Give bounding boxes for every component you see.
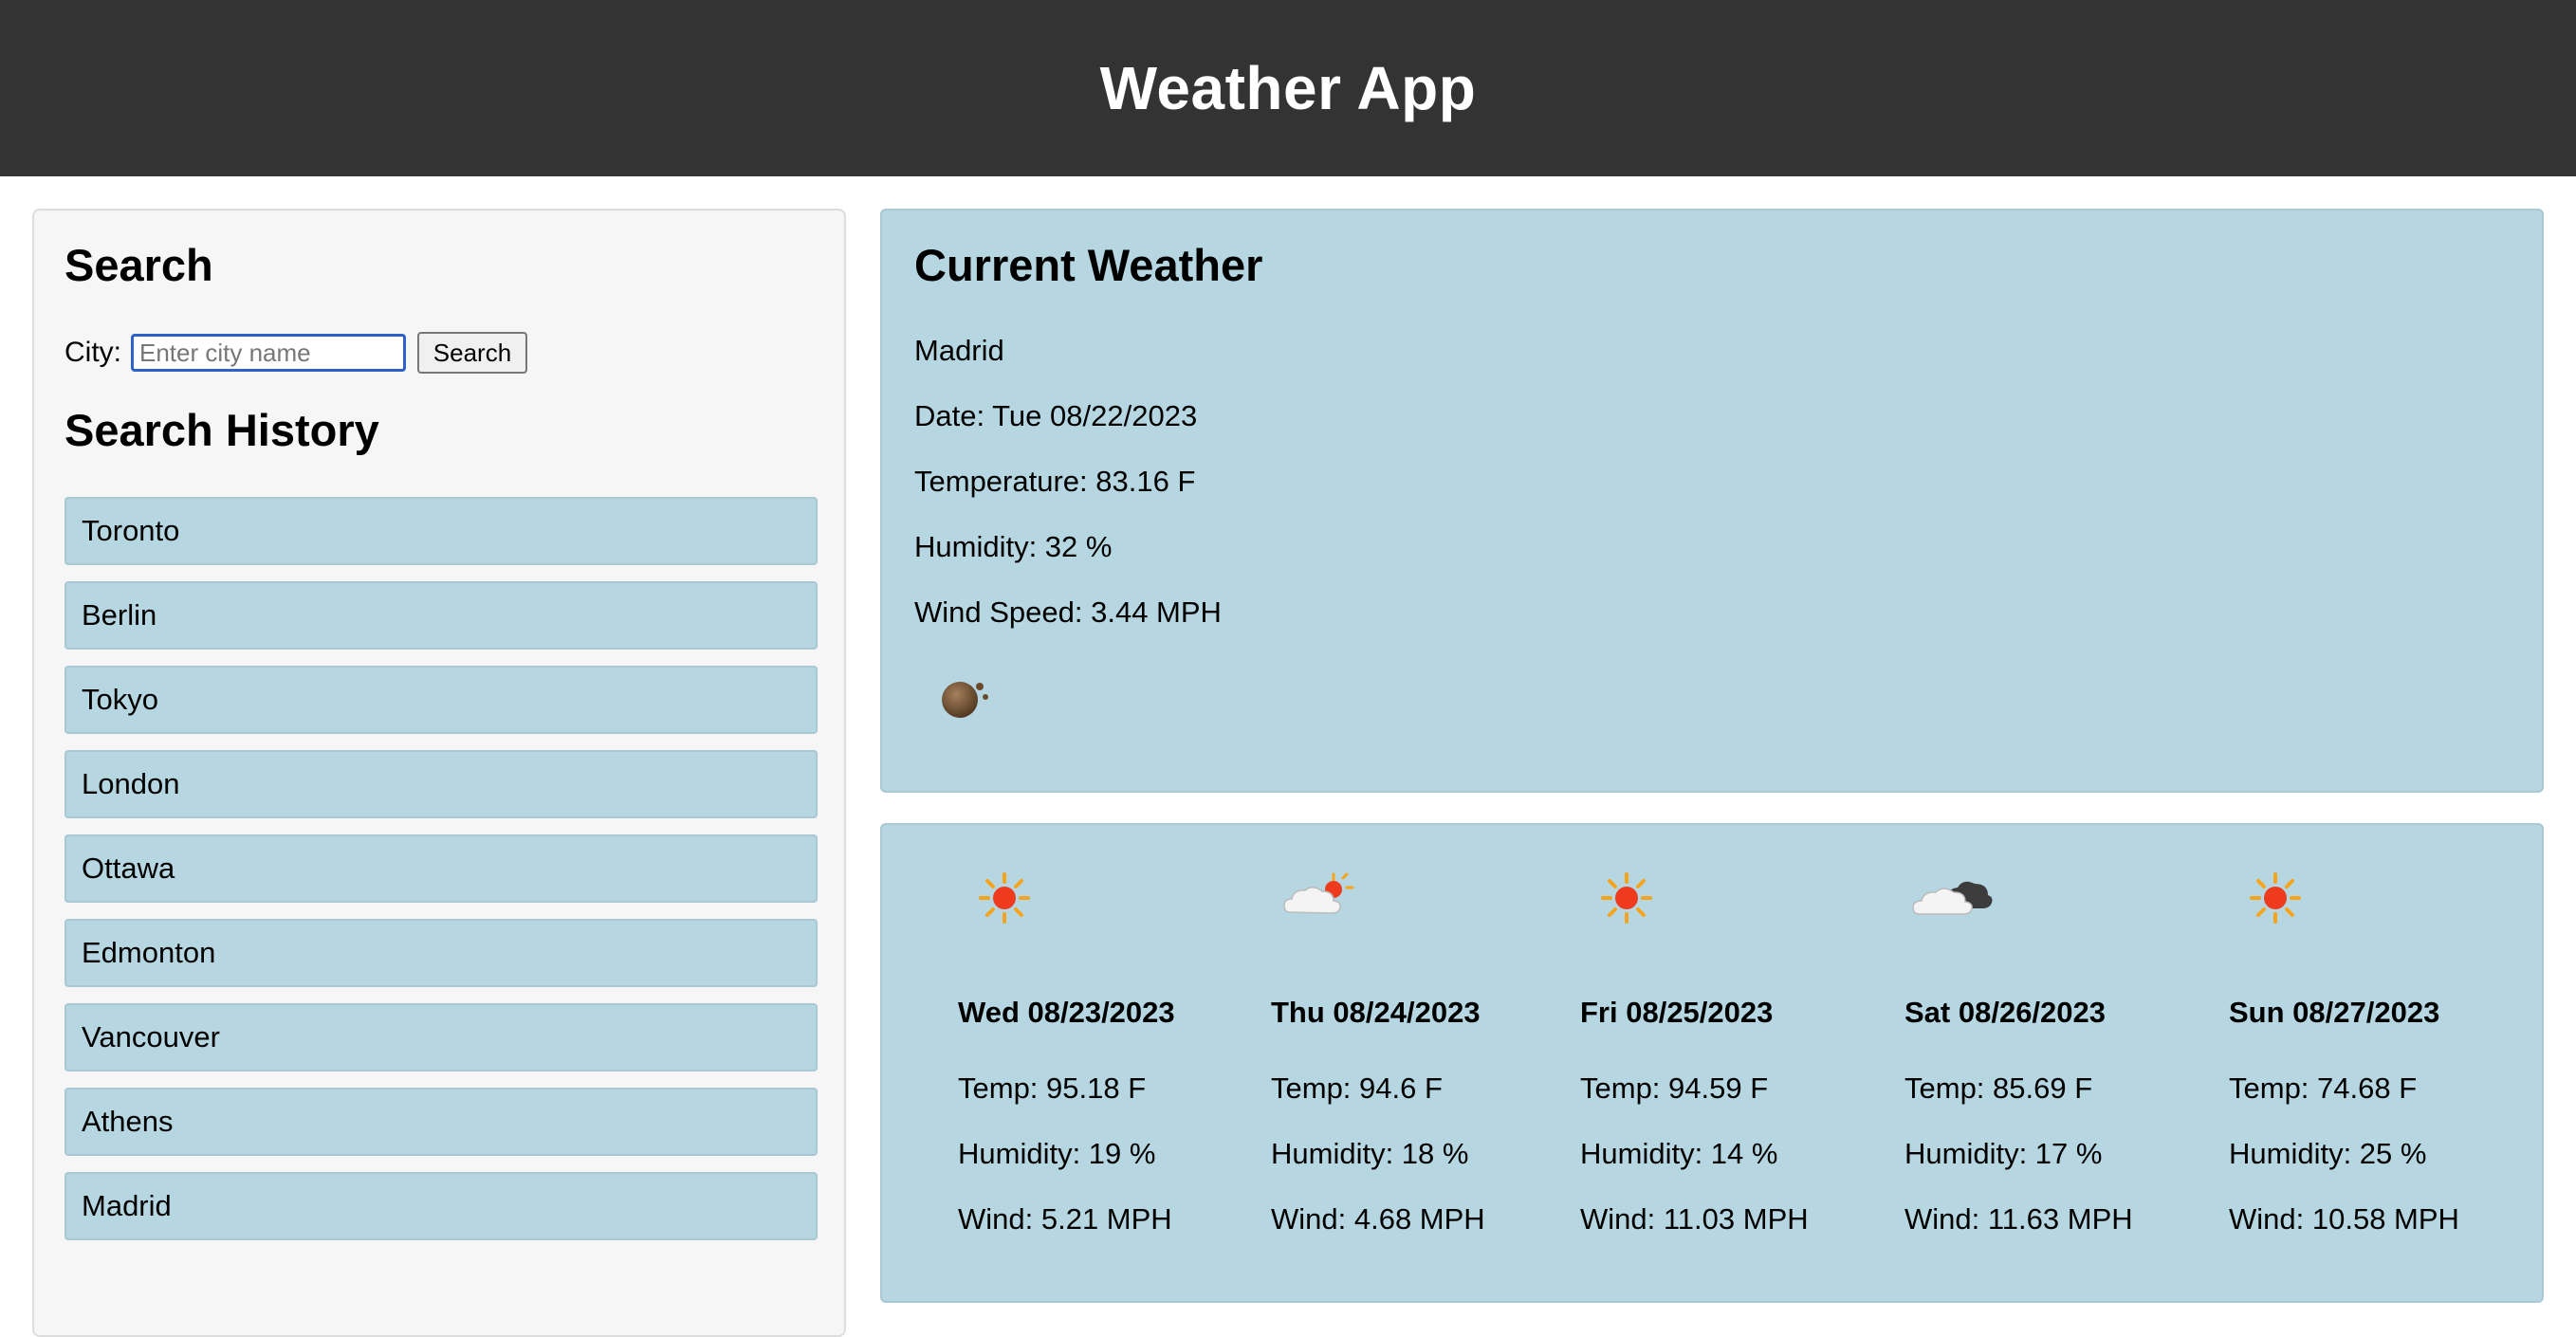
city-search-input[interactable] (131, 334, 406, 372)
history-item-vancouver[interactable]: Vancouver (64, 1003, 818, 1071)
forecast-date: Sun 08/27/2023 (2229, 996, 2440, 1029)
history-item-london[interactable]: London (64, 750, 818, 818)
forecast-humidity: Humidity: 19 % (958, 1137, 1156, 1170)
forecast-day-4: Sat 08/26/2023 Temp: 85.69 F Humidity: 1… (1904, 825, 2208, 1305)
app-header: Weather App (0, 0, 2576, 176)
history-item-toronto[interactable]: Toronto (64, 497, 818, 565)
search-heading: Search (64, 240, 213, 290)
history-item-athens[interactable]: Athens (64, 1088, 818, 1156)
forecast-wind: Wind: 10.58 MPH (2229, 1202, 2459, 1236)
forecast-wind: Wind: 11.03 MPH (1580, 1202, 1809, 1236)
history-item-ottawa[interactable]: Ottawa (64, 834, 818, 903)
history-item-madrid[interactable]: Madrid (64, 1172, 818, 1240)
city-label: City: (64, 337, 121, 368)
partly-cloudy-icon (1283, 872, 1354, 914)
clouds-icon (1912, 881, 1993, 915)
search-form: City: Search (64, 332, 527, 374)
history-item-tokyo[interactable]: Tokyo (64, 666, 818, 734)
forecast-day-2: Thu 08/24/2023 Temp: 94.6 F Humidity: 18… (1271, 825, 1574, 1305)
forecast-temp: Temp: 95.18 F (958, 1071, 1147, 1105)
search-button[interactable]: Search (417, 332, 527, 374)
forecast-humidity: Humidity: 17 % (1904, 1137, 2103, 1170)
current-wind-speed: Wind Speed: 3.44 MPH (914, 595, 1222, 629)
current-temperature: Temperature: 83.16 F (914, 465, 1196, 498)
sun-icon (1601, 872, 1652, 924)
sun-icon (979, 872, 1030, 924)
forecast-panel: Wed 08/23/2023 Temp: 95.18 F Humidity: 1… (880, 823, 2544, 1303)
forecast-day-1: Wed 08/23/2023 Temp: 95.18 F Humidity: 1… (958, 825, 1261, 1305)
search-sidebar: Search City: Search Search History Toron… (32, 209, 846, 1337)
current-date: Date: Tue 08/22/2023 (914, 399, 1198, 432)
history-item-berlin[interactable]: Berlin (64, 581, 818, 650)
current-city: Madrid (914, 334, 1004, 367)
forecast-wind: Wind: 5.21 MPH (958, 1202, 1172, 1236)
forecast-temp: Temp: 94.6 F (1271, 1071, 1443, 1105)
current-weather-panel: Current Weather Madrid Date: Tue 08/22/2… (880, 209, 2544, 793)
forecast-date: Wed 08/23/2023 (958, 996, 1175, 1029)
sun-icon (2250, 872, 2301, 924)
forecast-wind: Wind: 4.68 MPH (1271, 1202, 1485, 1236)
forecast-temp: Temp: 85.69 F (1904, 1071, 2093, 1105)
search-history-list: Toronto Berlin Tokyo London Ottawa Edmon… (64, 497, 818, 1256)
app-title: Weather App (1099, 54, 1477, 122)
history-item-edmonton[interactable]: Edmonton (64, 919, 818, 987)
forecast-day-3: Fri 08/25/2023 Temp: 94.59 F Humidity: 1… (1580, 825, 1884, 1305)
forecast-day-5: Sun 08/27/2023 Temp: 74.68 F Humidity: 2… (2229, 825, 2532, 1305)
current-weather-heading: Current Weather (914, 240, 1263, 290)
forecast-temp: Temp: 74.68 F (2229, 1071, 2418, 1105)
forecast-temp: Temp: 94.59 F (1580, 1071, 1769, 1105)
forecast-date: Thu 08/24/2023 (1271, 996, 1481, 1029)
search-history-heading: Search History (64, 405, 379, 455)
current-humidity: Humidity: 32 % (914, 530, 1113, 563)
forecast-humidity: Humidity: 18 % (1271, 1137, 1469, 1170)
forecast-humidity: Humidity: 25 % (2229, 1137, 2427, 1170)
smoke-icon (942, 682, 988, 718)
forecast-wind: Wind: 11.63 MPH (1904, 1202, 2133, 1236)
forecast-date: Fri 08/25/2023 (1580, 996, 1774, 1029)
forecast-date: Sat 08/26/2023 (1904, 996, 2107, 1029)
forecast-humidity: Humidity: 14 % (1580, 1137, 1778, 1170)
